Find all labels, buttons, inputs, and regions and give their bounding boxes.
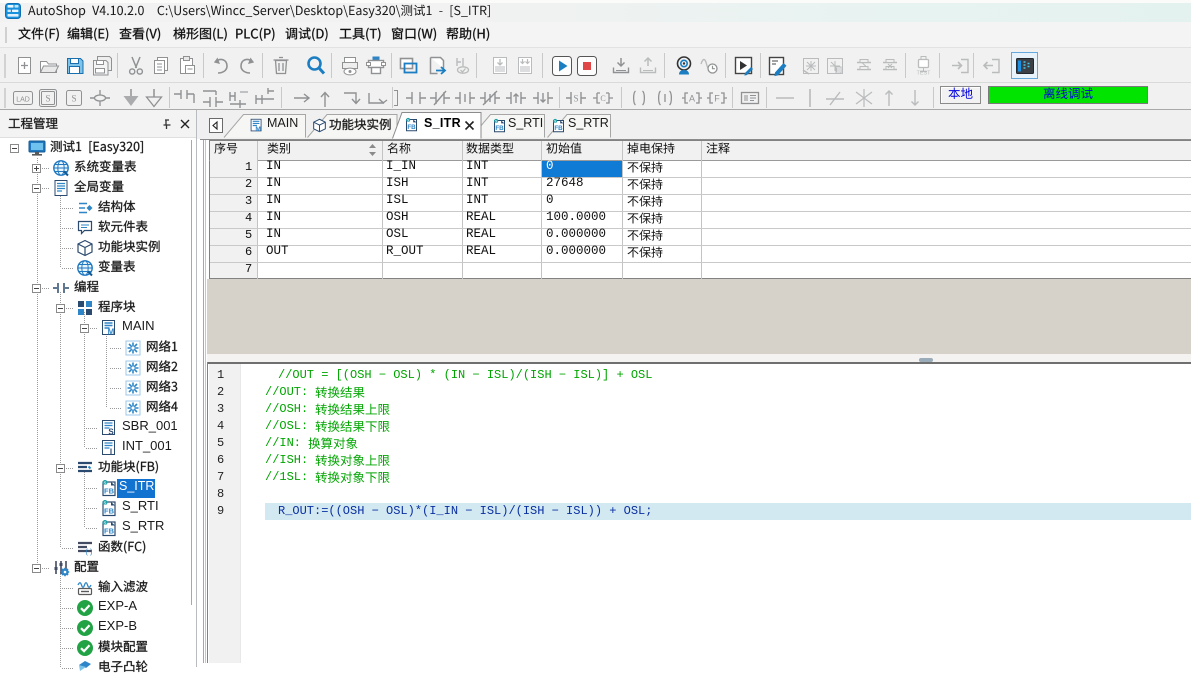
svg-text:S: S <box>45 93 50 103</box>
svg-text:S: S <box>71 93 76 103</box>
svg-text:FB: FB <box>554 125 563 132</box>
svg-text:FB: FB <box>407 124 416 131</box>
svg-text:FB: FB <box>104 527 115 536</box>
svg-text:A: A <box>689 93 695 103</box>
svg-text:M: M <box>255 126 261 133</box>
svg-text:S: S <box>573 93 578 103</box>
svg-text:F: F <box>714 93 720 103</box>
svg-text:TEST: TEST <box>916 70 931 76</box>
svg-text:FB: FB <box>104 507 115 516</box>
svg-text:C: C <box>600 94 605 103</box>
svg-text:M: M <box>108 328 115 337</box>
svg-text:S: S <box>108 428 114 437</box>
svg-text:I: I <box>110 448 112 457</box>
svg-text:(): () <box>85 549 93 557</box>
svg-text:FB: FB <box>495 125 504 132</box>
svg-text:FB: FB <box>104 487 115 496</box>
svg-text:LAD: LAD <box>16 96 30 103</box>
